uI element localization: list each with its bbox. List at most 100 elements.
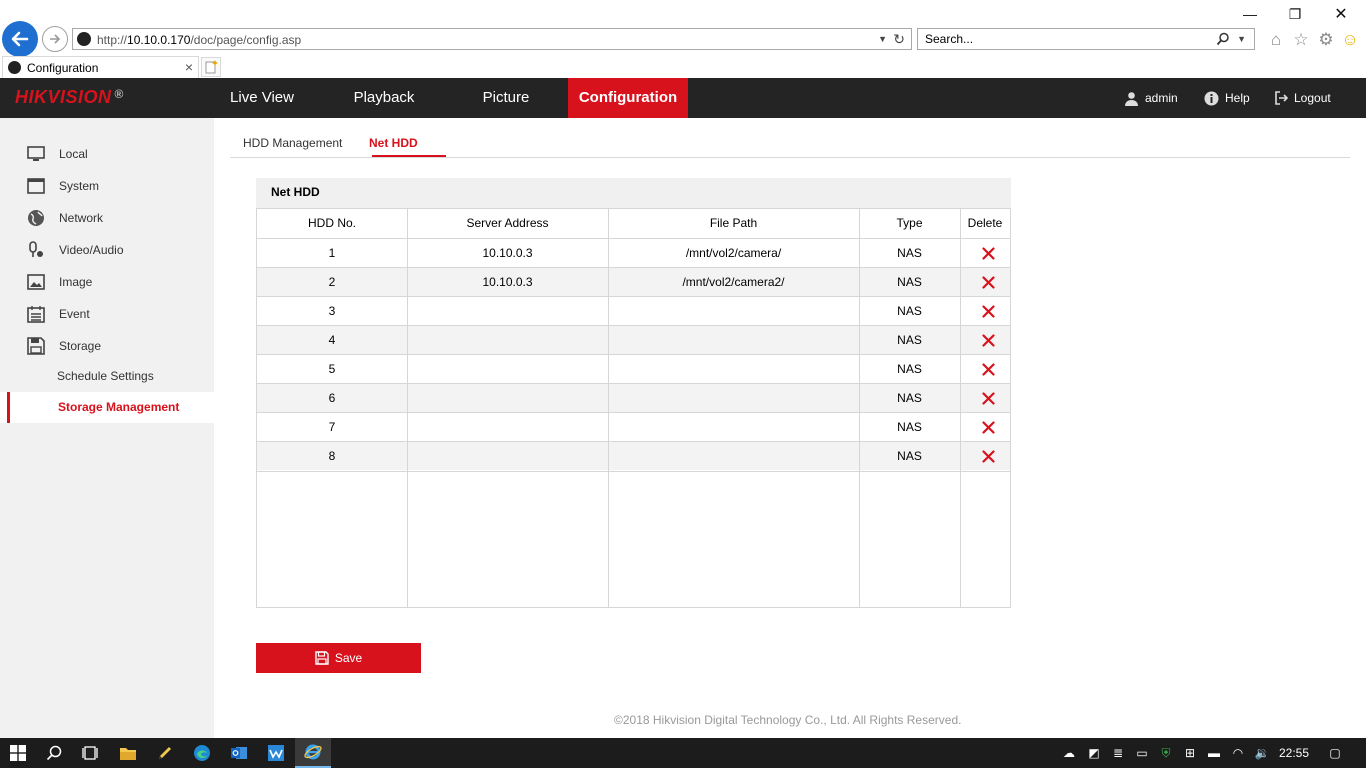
tab-net-hdd[interactable]: Net HDD: [369, 136, 418, 150]
help-link[interactable]: Help: [1204, 78, 1250, 118]
sidebar-item-system[interactable]: System: [0, 170, 214, 202]
delete-icon[interactable]: [982, 421, 995, 434]
gear-icon[interactable]: ⚙: [1316, 30, 1336, 50]
forward-button[interactable]: [42, 26, 68, 52]
search-box[interactable]: ▼: [917, 28, 1255, 50]
cell-type[interactable]: NAS: [859, 326, 960, 354]
nav-picture[interactable]: Picture: [465, 78, 547, 118]
table-row[interactable]: 8 NAS: [257, 441, 1010, 470]
delete-icon[interactable]: [982, 305, 995, 318]
cell-path[interactable]: /mnt/vol2/camera/: [608, 239, 859, 267]
network-device-icon[interactable]: ⊞: [1182, 745, 1198, 761]
app-tray-icon[interactable]: ◩: [1086, 745, 1102, 761]
cell-no[interactable]: 8: [257, 442, 407, 470]
chevron-down-icon[interactable]: ▼: [878, 34, 887, 44]
task-view-button[interactable]: [72, 738, 108, 768]
cell-server[interactable]: [407, 413, 608, 441]
start-button[interactable]: [0, 738, 36, 768]
table-row[interactable]: 6 NAS: [257, 383, 1010, 412]
cell-type[interactable]: NAS: [859, 239, 960, 267]
cell-path[interactable]: [608, 297, 859, 325]
table-row[interactable]: 1 10.10.0.3/mnt/vol2/camera/NAS: [257, 238, 1010, 267]
shield-icon[interactable]: ⛨: [1158, 745, 1174, 761]
cell-path[interactable]: [608, 442, 859, 470]
cell-server[interactable]: [407, 326, 608, 354]
url-text[interactable]: http://10.10.0.170/doc/page/config.asp: [97, 33, 301, 47]
table-row[interactable]: 7 NAS: [257, 412, 1010, 441]
sidebar-item-schedule-settings[interactable]: Schedule Settings: [0, 361, 214, 392]
sidebar-item-local[interactable]: Local: [0, 138, 214, 170]
cell-server[interactable]: [407, 442, 608, 470]
wifi-icon[interactable]: ◠: [1230, 745, 1246, 761]
cell-path[interactable]: [608, 413, 859, 441]
minimize-icon[interactable]: —: [1239, 4, 1261, 24]
cell-path[interactable]: [608, 355, 859, 383]
cell-type[interactable]: NAS: [859, 384, 960, 412]
cell-server[interactable]: [407, 355, 608, 383]
cell-server[interactable]: 10.10.0.3: [407, 268, 608, 296]
cell-no[interactable]: 2: [257, 268, 407, 296]
close-icon[interactable]: ×: [185, 59, 193, 75]
close-icon[interactable]: ✕: [1330, 4, 1352, 24]
search-icon[interactable]: [1216, 32, 1230, 46]
home-icon[interactable]: ⌂: [1266, 30, 1286, 50]
taskbar-internet-explorer[interactable]: [295, 738, 331, 768]
taskbar-outlook[interactable]: [221, 738, 257, 768]
cell-no[interactable]: 3: [257, 297, 407, 325]
sidebar-item-storage[interactable]: Storage: [0, 330, 214, 362]
sidebar-item-video-audio[interactable]: Video/Audio: [0, 234, 214, 266]
delete-icon[interactable]: [982, 450, 995, 463]
sidebar-item-storage-management[interactable]: Storage Management: [0, 392, 214, 423]
tab-hdd-management[interactable]: HDD Management: [243, 136, 342, 150]
sidebar-item-network[interactable]: Network: [0, 202, 214, 234]
logout-link[interactable]: Logout: [1274, 78, 1331, 118]
smiley-icon[interactable]: ☺: [1340, 30, 1360, 50]
cell-type[interactable]: NAS: [859, 442, 960, 470]
display-tray-icon[interactable]: ▭: [1134, 745, 1150, 761]
cell-type[interactable]: NAS: [859, 413, 960, 441]
browser-tab[interactable]: Configuration ×: [2, 56, 199, 78]
notifications-icon[interactable]: ▢: [1325, 745, 1345, 761]
back-button[interactable]: [2, 21, 38, 57]
cell-server[interactable]: 10.10.0.3: [407, 239, 608, 267]
cell-no[interactable]: 5: [257, 355, 407, 383]
cell-no[interactable]: 7: [257, 413, 407, 441]
user-menu[interactable]: admin: [1124, 78, 1178, 118]
delete-icon[interactable]: [982, 334, 995, 347]
new-tab-button[interactable]: [201, 57, 221, 77]
delete-icon[interactable]: [982, 363, 995, 376]
delete-icon[interactable]: [982, 276, 995, 289]
volume-icon[interactable]: 🔉: [1254, 745, 1270, 761]
cell-type[interactable]: NAS: [859, 297, 960, 325]
cell-no[interactable]: 1: [257, 239, 407, 267]
restore-icon[interactable]: ❐: [1284, 4, 1306, 24]
save-button[interactable]: Save: [256, 643, 421, 673]
address-bar[interactable]: http://10.10.0.170/doc/page/config.asp ▼…: [72, 28, 912, 50]
nav-configuration[interactable]: Configuration: [568, 78, 688, 118]
delete-icon[interactable]: [982, 247, 995, 260]
cell-server[interactable]: [407, 384, 608, 412]
table-row[interactable]: 3 NAS: [257, 296, 1010, 325]
table-row[interactable]: 5 NAS: [257, 354, 1010, 383]
cell-type[interactable]: NAS: [859, 355, 960, 383]
battery-icon[interactable]: ▬: [1206, 745, 1222, 761]
nav-playback[interactable]: Playback: [338, 78, 430, 118]
taskbar-file-explorer[interactable]: [110, 738, 146, 768]
search-input[interactable]: [918, 29, 1208, 49]
chevron-down-icon[interactable]: ▼: [1237, 34, 1246, 44]
onedrive-icon[interactable]: ☁: [1061, 745, 1077, 761]
clock[interactable]: 22:55: [1279, 746, 1309, 760]
cell-no[interactable]: 4: [257, 326, 407, 354]
cell-server[interactable]: [407, 297, 608, 325]
storage-tray-icon[interactable]: ≣: [1110, 745, 1126, 761]
taskbar-app-sticky[interactable]: [147, 738, 183, 768]
refresh-icon[interactable]: ↻: [893, 31, 905, 48]
sidebar-item-image[interactable]: Image: [0, 266, 214, 298]
nav-live-view[interactable]: Live View: [214, 78, 310, 118]
cell-path[interactable]: /mnt/vol2/camera2/: [608, 268, 859, 296]
table-row[interactable]: 2 10.10.0.3/mnt/vol2/camera2/NAS: [257, 267, 1010, 296]
star-icon[interactable]: ☆: [1291, 30, 1311, 50]
cell-no[interactable]: 6: [257, 384, 407, 412]
taskbar-edge[interactable]: [184, 738, 220, 768]
cell-path[interactable]: [608, 326, 859, 354]
